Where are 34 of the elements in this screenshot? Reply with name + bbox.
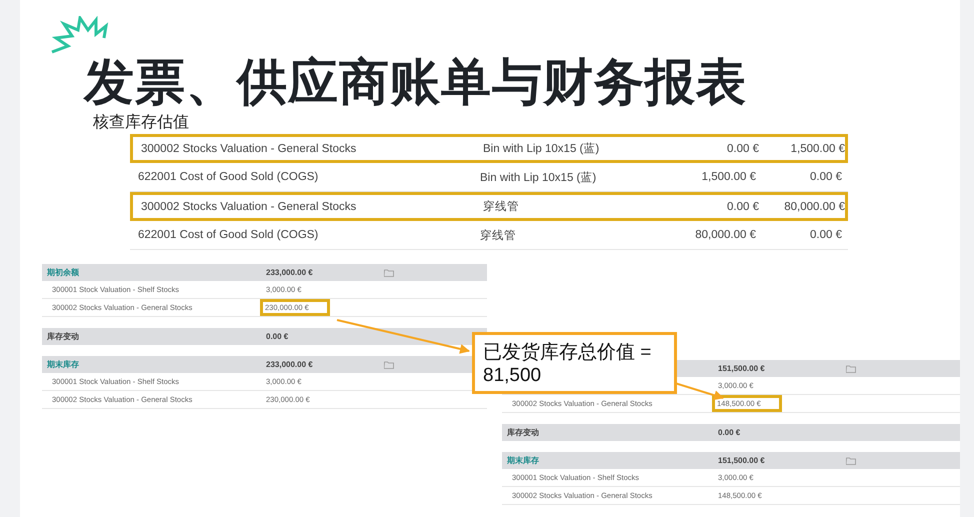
section-total: 0.00 €: [265, 331, 290, 342]
credit-amount: 80,000.00 €: [783, 200, 846, 212]
account-name: 622001 Cost of Good Sold (COGS): [137, 229, 320, 241]
section-total: 151,500.00 €: [717, 455, 766, 466]
debit-amount: 0.00 €: [726, 200, 760, 212]
product-name: 穿线管: [479, 228, 517, 242]
slide-subtitle: 核查库存估值: [93, 114, 189, 132]
product-name: Bin with Lip 10x15 (蓝): [479, 170, 598, 184]
credit-amount: 0.00 €: [809, 229, 843, 241]
debit-amount: 80,000.00 €: [694, 229, 757, 241]
product-name: Bin with Lip 10x15 (蓝): [482, 142, 600, 156]
section-title: 库存变动: [506, 427, 540, 438]
section-title: 库存变动: [46, 331, 80, 342]
section-total: 151,500.00 €: [717, 363, 766, 374]
debit-amount: 1,500.00 €: [700, 171, 757, 183]
credit-amount: 1,500.00 €: [790, 142, 846, 154]
debit-amount: 0.00 €: [726, 142, 760, 154]
folder-icon[interactable]: [384, 268, 394, 276]
account-name: 300002 Stocks Valuation - General Stocks: [140, 200, 358, 212]
callout-text: 已发货库存总价值 = 81,500: [472, 332, 677, 394]
section-total: 0.00 €: [717, 427, 742, 438]
product-name: 穿线管: [482, 199, 520, 214]
folder-icon[interactable]: [846, 456, 856, 464]
slide-title: 发票、供应商账单与财务报表: [84, 53, 747, 112]
section-total: 233,000.00 €: [265, 359, 314, 370]
folder-icon[interactable]: [384, 360, 394, 368]
section-title[interactable]: 期末库存: [42, 359, 264, 370]
folder-icon[interactable]: [846, 364, 856, 372]
section-title[interactable]: 期初余额: [42, 267, 264, 278]
account-name: 622001 Cost of Good Sold (COGS): [137, 171, 320, 183]
account-name: 300002 Stocks Valuation - General Stocks: [140, 142, 358, 154]
credit-amount: 0.00 €: [809, 171, 843, 183]
section-total: 233,000.00 €: [265, 267, 314, 278]
section-title[interactable]: 期末库存: [502, 455, 716, 466]
